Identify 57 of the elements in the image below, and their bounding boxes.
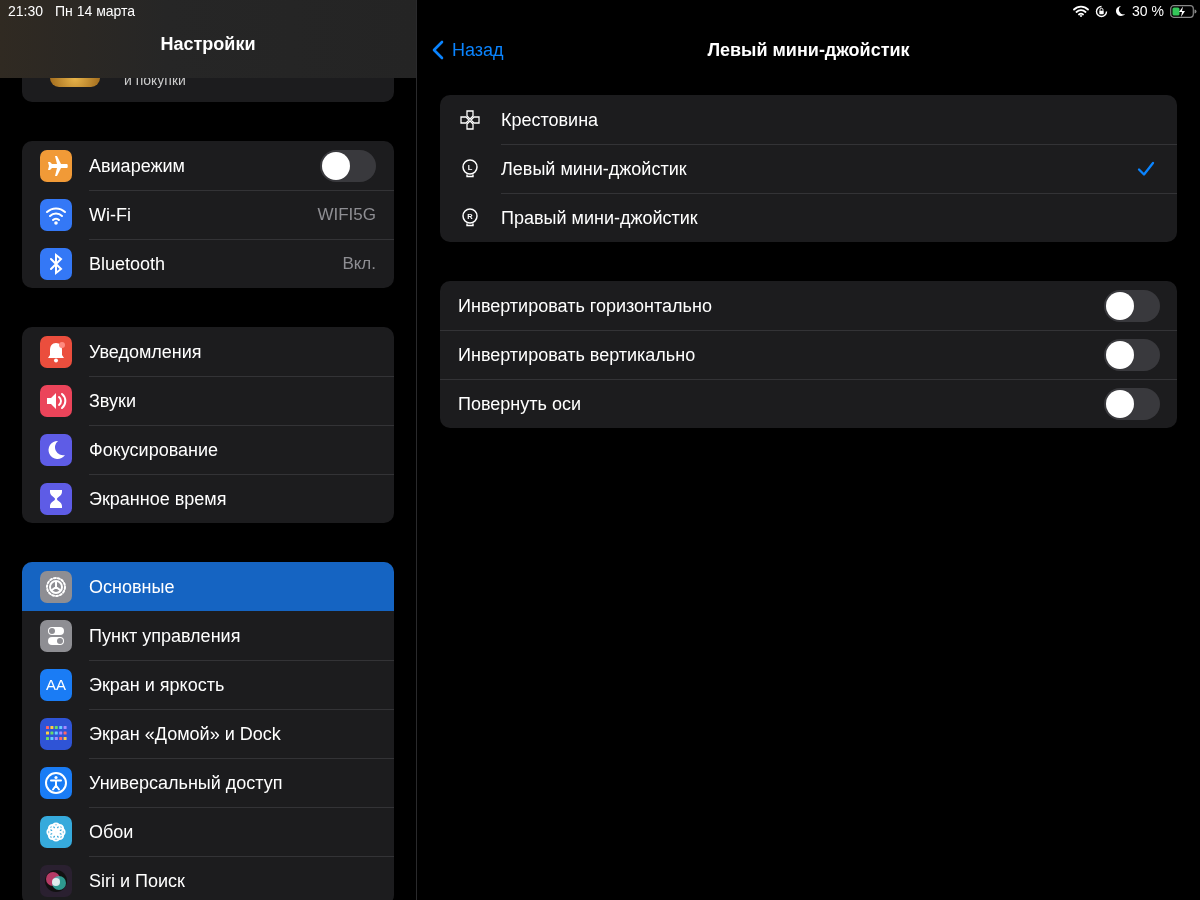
account-subtitle: и покупки xyxy=(124,78,186,87)
row-label: Wi-Fi xyxy=(89,204,132,226)
row-label: Авиарежим xyxy=(89,155,186,177)
row-label: Экранное время xyxy=(89,488,228,510)
row-label: Bluetooth xyxy=(89,253,167,275)
back-button[interactable]: Назад xyxy=(432,39,504,61)
option-label: Правый мини-джойстик xyxy=(501,207,699,229)
settings-row[interactable]: Siri и Поиск xyxy=(22,856,394,900)
avatar xyxy=(50,78,100,87)
rotation-lock-icon xyxy=(1095,4,1109,18)
moon-icon xyxy=(1114,5,1127,17)
dpad-icon xyxy=(459,108,481,131)
row-label: Экран «Домой» и Dock xyxy=(89,723,282,745)
settings-row[interactable]: Экран «Домой» и Dock xyxy=(22,709,394,758)
sidebar-title: Настройки xyxy=(159,34,257,55)
row-label: Экран и яркость xyxy=(89,674,226,696)
row-label: Уведомления xyxy=(89,341,203,363)
row-label: Фокусирование xyxy=(89,439,220,461)
settings-row[interactable]: Уведомления xyxy=(22,327,394,376)
settings-row[interactable]: Экранное время xyxy=(22,474,394,523)
settings-row[interactable]: Пункт управления xyxy=(22,611,394,660)
row-label: Основные xyxy=(89,576,176,598)
option-label: Крестовина xyxy=(501,109,600,131)
page-title: Левый мини-джойстик xyxy=(707,39,910,61)
settings-row[interactable]: Фокусирование xyxy=(22,425,394,474)
settings-row[interactable]: Авиарежим xyxy=(22,141,394,190)
row-value: Вкл. xyxy=(342,254,376,274)
option-row[interactable]: Крестовина xyxy=(440,95,1177,144)
row-label: Siri и Поиск xyxy=(89,870,186,892)
settings-row[interactable]: AA Экран и яркость xyxy=(22,660,394,709)
battery-icon xyxy=(1170,4,1197,18)
toggle-label: Инвертировать горизонтально xyxy=(458,295,713,317)
settings-row[interactable]: Bluetooth Вкл. xyxy=(22,239,394,288)
settings-row[interactable]: Wi-Fi WIFI5G xyxy=(22,190,394,239)
row-value: WIFI5G xyxy=(317,205,376,225)
row-label: Универсальный доступ xyxy=(89,772,284,794)
option-label: Левый мини-джойстик xyxy=(501,158,688,180)
settings-row[interactable]: Обои xyxy=(22,807,394,856)
battery-percent: 30 % xyxy=(1132,3,1164,19)
toggle-label: Инвертировать вертикально xyxy=(458,344,697,366)
status-date: Пн 14 марта xyxy=(55,3,136,19)
row-label: Звуки xyxy=(89,390,137,412)
toggle-switch[interactable] xyxy=(1104,290,1160,322)
toggle-switch[interactable] xyxy=(1104,339,1160,371)
wifi-icon xyxy=(1073,5,1090,17)
chevron-left-icon xyxy=(432,40,444,60)
row-label: Пункт управления xyxy=(89,625,242,647)
row-label: Обои xyxy=(89,821,135,843)
status-time: 21:30 xyxy=(8,3,44,19)
toggle-switch[interactable] xyxy=(320,150,376,182)
settings-row[interactable]: Основные xyxy=(22,562,394,611)
settings-row[interactable]: Универсальный доступ xyxy=(22,758,394,807)
settings-row[interactable]: Звуки xyxy=(22,376,394,425)
account-card[interactable]: и покупки xyxy=(22,78,394,102)
text-size-icon: AA xyxy=(40,668,72,701)
toggle-switch[interactable] xyxy=(1104,388,1160,420)
toggle-label: Повернуть оси xyxy=(458,393,582,415)
